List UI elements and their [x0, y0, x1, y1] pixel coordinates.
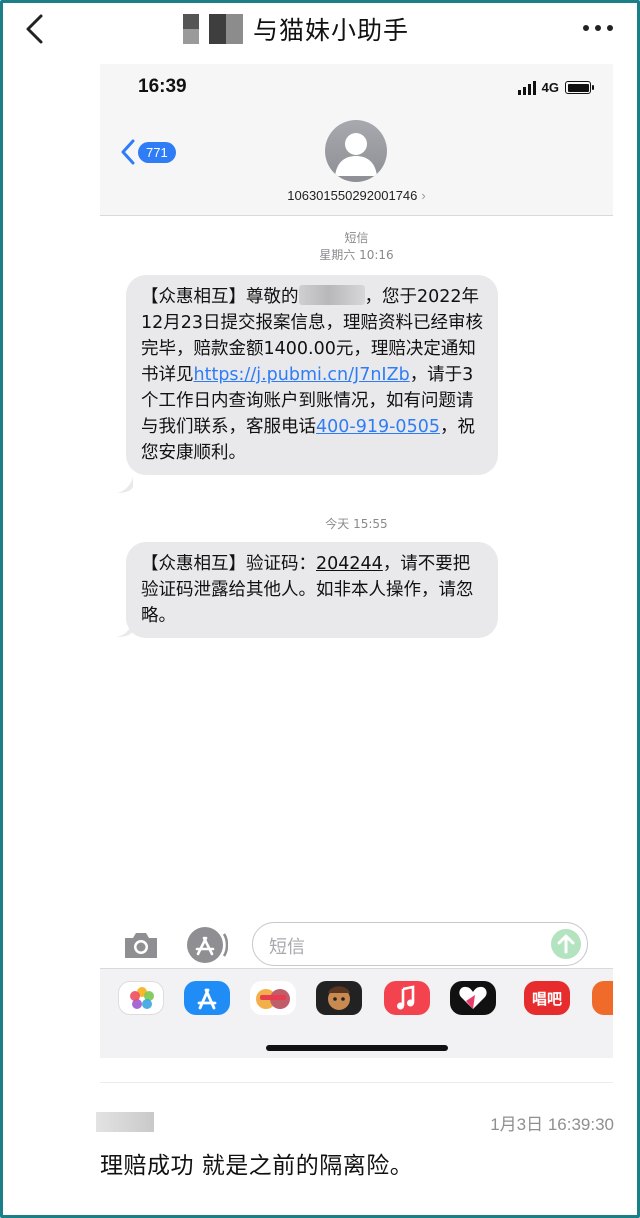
chat-title-text: 与猫妹小助手 — [253, 16, 410, 45]
verification-code[interactable]: 204244 — [316, 554, 383, 574]
photos-flower-icon — [130, 987, 154, 1009]
send-button[interactable] — [551, 929, 581, 959]
top-nav-bar: 与猫妹小助手 — [3, 3, 637, 55]
status-bar-time: 16:39 — [138, 76, 187, 97]
divider — [100, 1082, 613, 1083]
app-store-app-icon[interactable] — [184, 981, 230, 1015]
home-indicator — [266, 1045, 448, 1051]
claim-notice-link[interactable]: https://j.pubmi.cn/J7nIZb — [194, 365, 410, 385]
message-input-placeholder: 短信 — [269, 937, 305, 958]
partial-app-icon[interactable] — [592, 981, 613, 1015]
sender-number[interactable]: 106301550292001746 › — [100, 188, 613, 203]
arrow-up-icon — [557, 934, 575, 954]
battery-icon — [565, 81, 594, 94]
person-silhouette-icon — [335, 133, 377, 176]
timestamp-label: 星期六 10:16 — [319, 248, 394, 262]
redacted-name-block — [183, 14, 199, 44]
cell-signal-icon — [517, 80, 536, 95]
music-note-icon — [397, 985, 415, 1010]
redacted-commenter-name — [96, 1112, 154, 1132]
chevron-right-icon: › — [421, 188, 426, 203]
back-arrow-icon[interactable] — [21, 13, 49, 45]
redacted-name-block — [209, 14, 243, 44]
animoji-icon[interactable] — [316, 981, 362, 1015]
comment-text: 理赔成功 就是之前的隔离险。 — [100, 1153, 414, 1179]
message-text: 【众惠相互】尊敬的 — [141, 287, 299, 307]
digital-touch-icon[interactable] — [450, 981, 496, 1015]
photos-app-icon[interactable] — [118, 981, 164, 1015]
network-type: 4G — [541, 80, 559, 95]
sender-number-text: 106301550292001746 — [287, 188, 418, 203]
redacted-name — [298, 285, 365, 305]
channel-label: 短信 — [344, 231, 369, 245]
camera-icon[interactable] — [122, 930, 160, 960]
message-input[interactable]: 短信 — [252, 922, 588, 966]
contact-avatar[interactable] — [325, 120, 387, 182]
animoji-face-icon — [328, 986, 350, 1010]
status-bar-indicators: 4G — [517, 80, 594, 95]
bubble-tail — [117, 477, 133, 493]
changba-app-icon[interactable]: 唱吧 — [524, 981, 570, 1015]
app-store-icon[interactable] — [186, 926, 228, 964]
app-store-a-icon — [197, 988, 217, 1010]
message-meta-1: 短信 星期六 10:16 — [100, 230, 613, 264]
timestamp-label: 今天 15:55 — [325, 517, 388, 531]
memoji-face-icon — [256, 989, 290, 1009]
service-phone-link[interactable]: 400-919-0505 — [316, 417, 440, 437]
memoji-stickers-icon[interactable] — [250, 981, 296, 1015]
more-options-icon[interactable] — [583, 25, 613, 31]
messages-header: 16:39 4G 771 106301550292001746 › — [100, 64, 613, 216]
heart-icon — [459, 986, 487, 1009]
embedded-sms-screenshot: 16:39 4G 771 106301550292001746› 短信 星期六 — [100, 64, 613, 1058]
unread-count-badge: 771 — [138, 141, 176, 163]
message-text: 【众惠相互】验证码： — [141, 554, 316, 574]
message-meta-2: 今天 15:55 — [100, 516, 613, 533]
sms-bubble-verification: 【众惠相互】验证码：204244，请不要把验证码泄露给其他人。如非本人操作，请忽… — [126, 542, 498, 638]
conversation-back-button[interactable]: 771 — [120, 138, 176, 166]
comment-timestamp: 1月3日 16:39:30 — [490, 1115, 614, 1134]
sms-bubble-claim: 【众惠相互】尊敬的 ，您于2022年12月23日提交报案信息，理赔资料已经审核完毕… — [126, 275, 498, 475]
chat-title: 与猫妹小助手 — [183, 11, 409, 47]
chevron-left-icon — [121, 139, 135, 165]
music-app-icon[interactable] — [384, 981, 430, 1015]
imessage-app-drawer: 唱吧 — [100, 968, 613, 1058]
